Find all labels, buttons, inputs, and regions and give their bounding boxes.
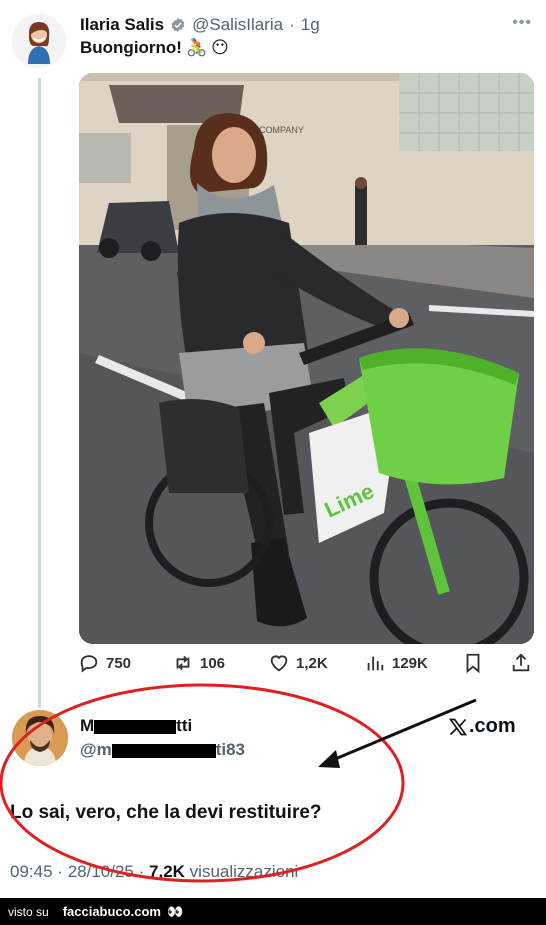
reply-name-start: M [80, 716, 95, 735]
reply-author-handle[interactable]: @m ti83 [80, 740, 245, 760]
thread-line [38, 78, 41, 708]
reply-views-label: visualizzazioni [189, 862, 299, 881]
eyes-icon: 👀 [166, 903, 183, 919]
reply-text: Lo sai, vero, che la devi restituire? [10, 802, 322, 823]
bookmark-icon [466, 653, 480, 674]
bookmark-action[interactable] [462, 652, 484, 674]
x-watermark: .com [448, 715, 516, 738]
reply-name-end: tti [176, 716, 193, 735]
repost-icon [176, 655, 190, 671]
author-name[interactable]: Ilaria Salis [80, 15, 164, 35]
photo-illustration: COMPANY Lime [79, 73, 534, 644]
verified-badge-icon [171, 18, 185, 32]
screenshot-page: Ilaria Salis @SalisIlaria · 1g ••• Buong… [0, 0, 546, 925]
redaction-bar [94, 719, 177, 734]
tweet-text-body: Buongiorno! [80, 38, 182, 57]
redaction-bar [111, 743, 216, 758]
like-action[interactable]: 1,2K [268, 652, 328, 674]
more-options-icon[interactable]: ••• [512, 14, 532, 32]
bike-emoji: 🚴 [185, 38, 208, 57]
repost-count: 106 [200, 654, 226, 672]
face-emoji: 😶 [211, 38, 229, 57]
reply-meta: 09:45 · 28/10/25 · 7,2K visualizzazioni [10, 862, 298, 882]
views-action[interactable]: 129K [364, 652, 428, 674]
reply-handle-start: @m [80, 740, 112, 759]
share-action[interactable] [510, 652, 532, 674]
author-avatar-illustration [12, 14, 66, 68]
footer-prefix: visto su [8, 904, 49, 919]
reply-author-name[interactable]: Mtti [80, 716, 192, 736]
tweet-text: Buongiorno! 🚴 😶 [80, 38, 229, 58]
views-chart-icon [367, 656, 384, 671]
tweet-action-bar: 750 106 1,2K 129K [78, 652, 534, 680]
author-avatar[interactable] [12, 14, 66, 68]
meta-separator: · [138, 862, 145, 881]
arrow-head [318, 750, 340, 768]
footer-site[interactable]: facciabuco.com [63, 904, 161, 919]
tweet-header: Ilaria Salis @SalisIlaria · 1g [80, 14, 320, 36]
tweet-photo[interactable]: COMPANY Lime [79, 73, 534, 644]
reply-time[interactable]: 09:45 [10, 862, 53, 881]
author-handle[interactable]: @SalisIlaria [192, 15, 283, 35]
reply-handle-end: ti83 [215, 740, 245, 759]
red-circle-annotation [0, 683, 405, 883]
reply-author-avatar[interactable] [12, 710, 68, 766]
tweet-time[interactable]: 1g [301, 15, 320, 35]
views-count: 129K [392, 654, 428, 672]
site-footer: visto su facciabuco.com 👀 [0, 898, 546, 925]
watermark-text: .com [469, 715, 516, 737]
meta-separator: · [57, 862, 63, 881]
reply-views-count: 7,2K [149, 862, 185, 881]
x-logo-icon [448, 718, 468, 735]
reply-avatar-illustration [12, 710, 68, 766]
reply-date[interactable]: 28/10/25 [68, 862, 134, 881]
share-icon [512, 653, 530, 672]
reply-count: 750 [106, 654, 132, 672]
like-count: 1,2K [296, 654, 328, 672]
repost-action[interactable]: 106 [172, 652, 225, 674]
storefront-sign: COMPANY [259, 125, 304, 135]
time-separator: · [289, 15, 295, 34]
reply-action[interactable]: 750 [78, 652, 131, 674]
heart-icon [270, 655, 288, 672]
reply-icon [80, 655, 98, 673]
